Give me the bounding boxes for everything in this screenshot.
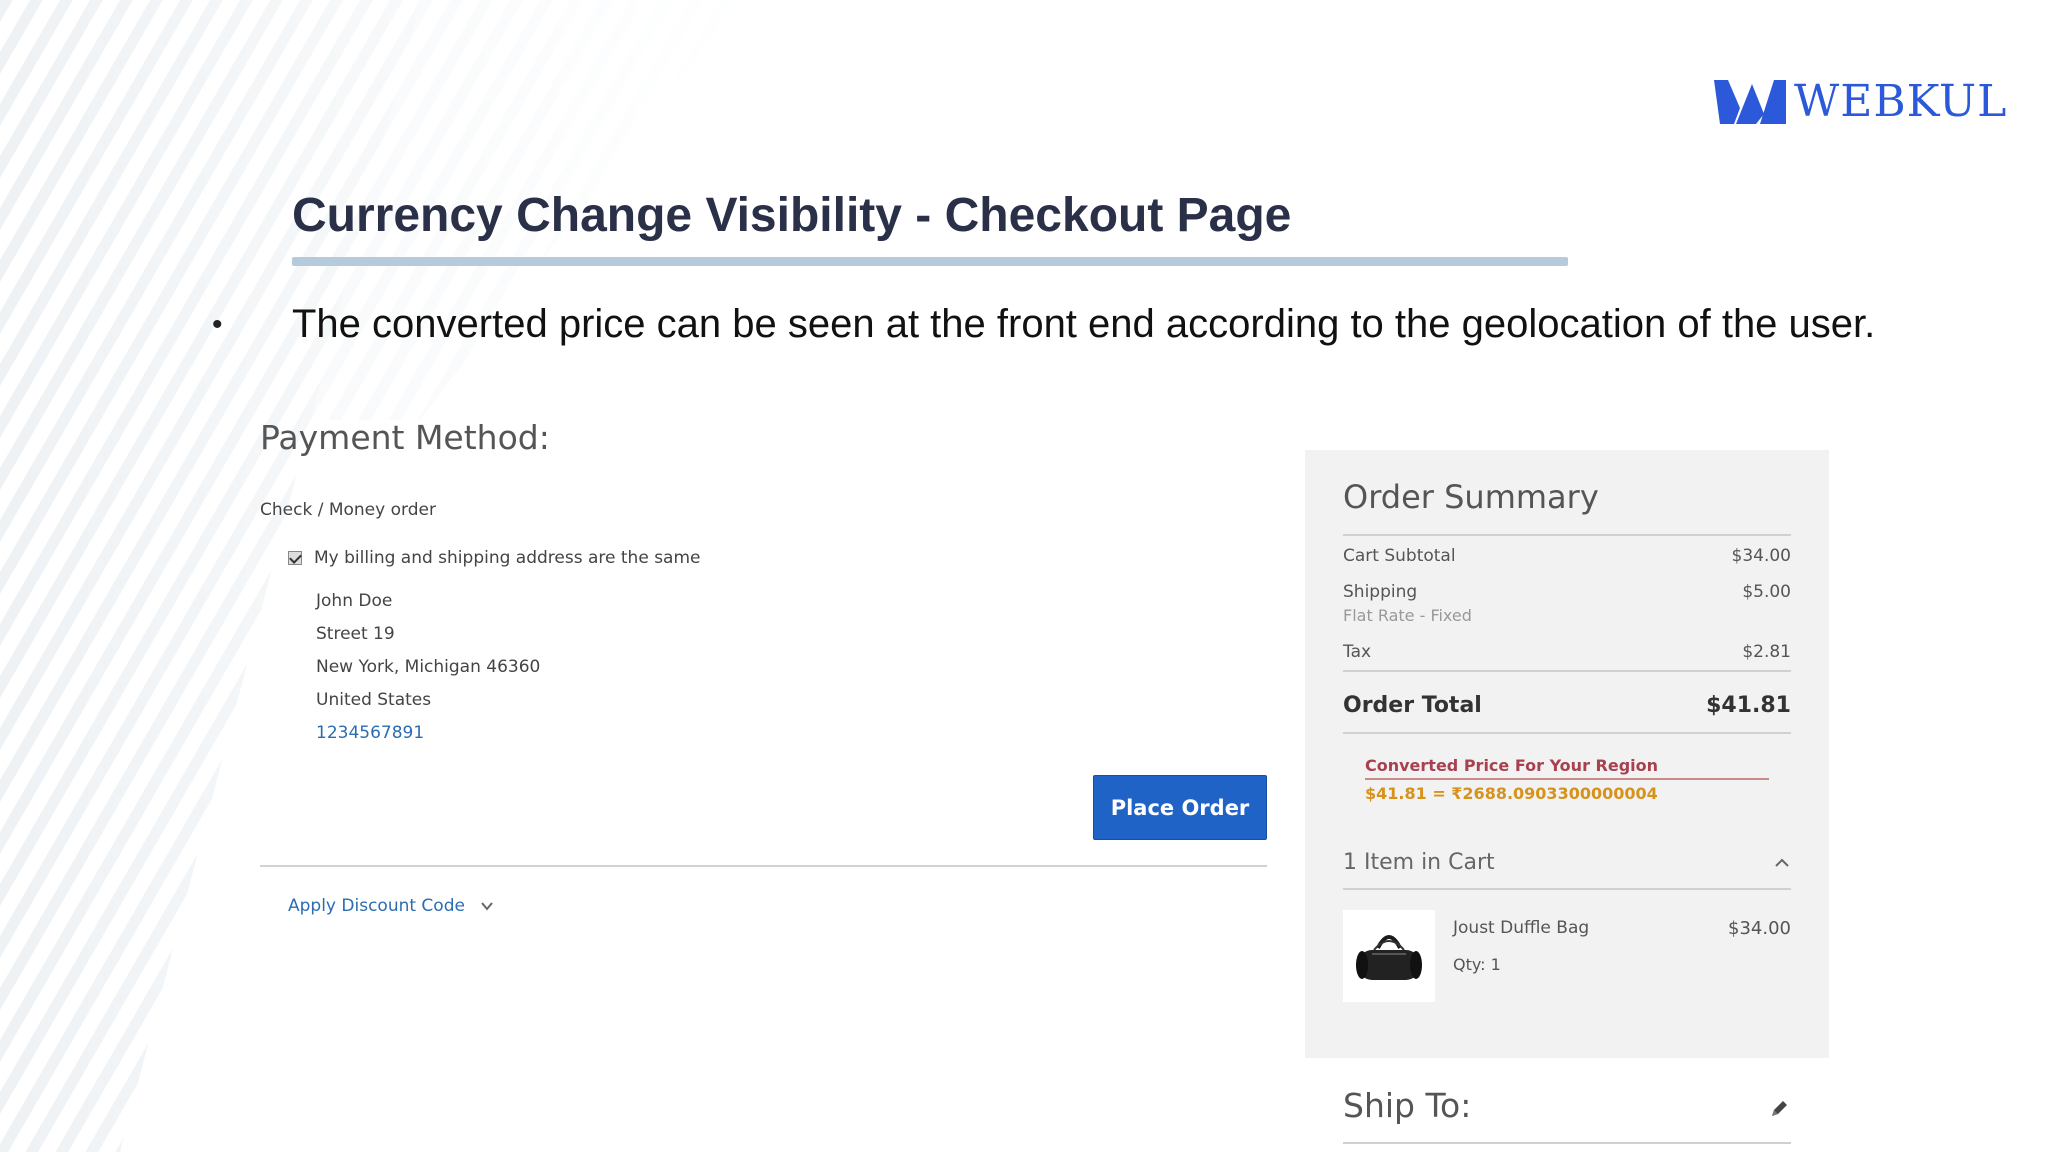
product-price: $34.00 [1728, 918, 1791, 939]
product-qty: Qty: 1 [1453, 955, 1501, 974]
ship-to-divider [1343, 1142, 1791, 1144]
divider [260, 865, 1267, 867]
summary-divider [1343, 732, 1791, 734]
pencil-icon[interactable] [1768, 1098, 1790, 1120]
place-order-button[interactable]: Place Order [1093, 775, 1267, 840]
shipping-value: $5.00 [1742, 582, 1791, 602]
cart-subtotal-value: $34.00 [1731, 546, 1791, 566]
tax-label: Tax [1343, 642, 1372, 662]
apply-discount-toggle[interactable]: Apply Discount Code [288, 896, 495, 916]
ship-to-heading: Ship To: [1343, 1086, 1472, 1125]
chevron-up-icon[interactable] [1773, 854, 1791, 872]
summary-divider [1343, 888, 1791, 890]
address-phone[interactable]: 1234567891 [316, 723, 424, 743]
converted-price-label: Converted Price For Your Region [1365, 756, 1659, 775]
bullet-point: • The converted price can be seen at the… [212, 302, 1875, 347]
payment-method-option[interactable]: Check / Money order [260, 500, 436, 520]
address-city: New York, Michigan 46360 [316, 657, 541, 677]
tax-value: $2.81 [1742, 642, 1791, 662]
bullet-dot: • [212, 307, 223, 341]
same-address-row[interactable]: My billing and shipping address are the … [288, 548, 700, 568]
same-address-checkbox[interactable] [288, 551, 302, 565]
order-total-row: Order Total $41.81 [1343, 693, 1791, 718]
tax-row: Tax $2.81 [1343, 642, 1791, 662]
payment-method-heading: Payment Method: [260, 418, 550, 457]
shipping-method: Flat Rate - Fixed [1343, 606, 1472, 625]
address-street: Street 19 [316, 624, 395, 644]
shipping-row: Shipping $5.00 [1343, 582, 1791, 602]
page-title: Currency Change Visibility - Checkout Pa… [292, 189, 1292, 242]
bullet-text: The converted price can be seen at the f… [292, 302, 1876, 346]
webkul-logo-icon [1714, 80, 1786, 124]
address-name: John Doe [316, 591, 393, 611]
cart-subtotal-row: Cart Subtotal $34.00 [1343, 546, 1791, 566]
order-summary-title: Order Summary [1343, 478, 1599, 516]
items-in-cart-label[interactable]: 1 Item in Cart [1343, 850, 1495, 875]
order-summary-panel: Order Summary Cart Subtotal $34.00 Shipp… [1305, 450, 1829, 1058]
product-thumbnail[interactable] [1343, 910, 1435, 1002]
logo-text: WEBKUL [1794, 76, 2008, 127]
order-total-value: $41.81 [1706, 693, 1791, 718]
same-address-label[interactable]: My billing and shipping address are the … [314, 548, 700, 568]
converted-price-value: $41.81 = ₹2688.0903300000004 [1365, 784, 1658, 803]
webkul-logo: WEBKUL [1712, 74, 2007, 130]
items-in-cart-toggle[interactable]: 1 Item in Cart [1343, 850, 1791, 875]
title-underline [292, 257, 1568, 266]
address-country: United States [316, 690, 432, 710]
product-name: Joust Duffle Bag [1453, 918, 1590, 938]
cart-subtotal-label: Cart Subtotal [1343, 546, 1456, 566]
converted-price-underline [1365, 778, 1769, 780]
summary-divider [1343, 670, 1791, 672]
shipping-label: Shipping [1343, 582, 1418, 602]
summary-divider [1343, 534, 1791, 536]
order-total-label: Order Total [1343, 693, 1482, 718]
duffle-bag-icon [1356, 935, 1422, 980]
chevron-down-icon[interactable] [479, 898, 495, 914]
apply-discount-label[interactable]: Apply Discount Code [288, 896, 465, 916]
background-stripes [0, 0, 760, 1152]
